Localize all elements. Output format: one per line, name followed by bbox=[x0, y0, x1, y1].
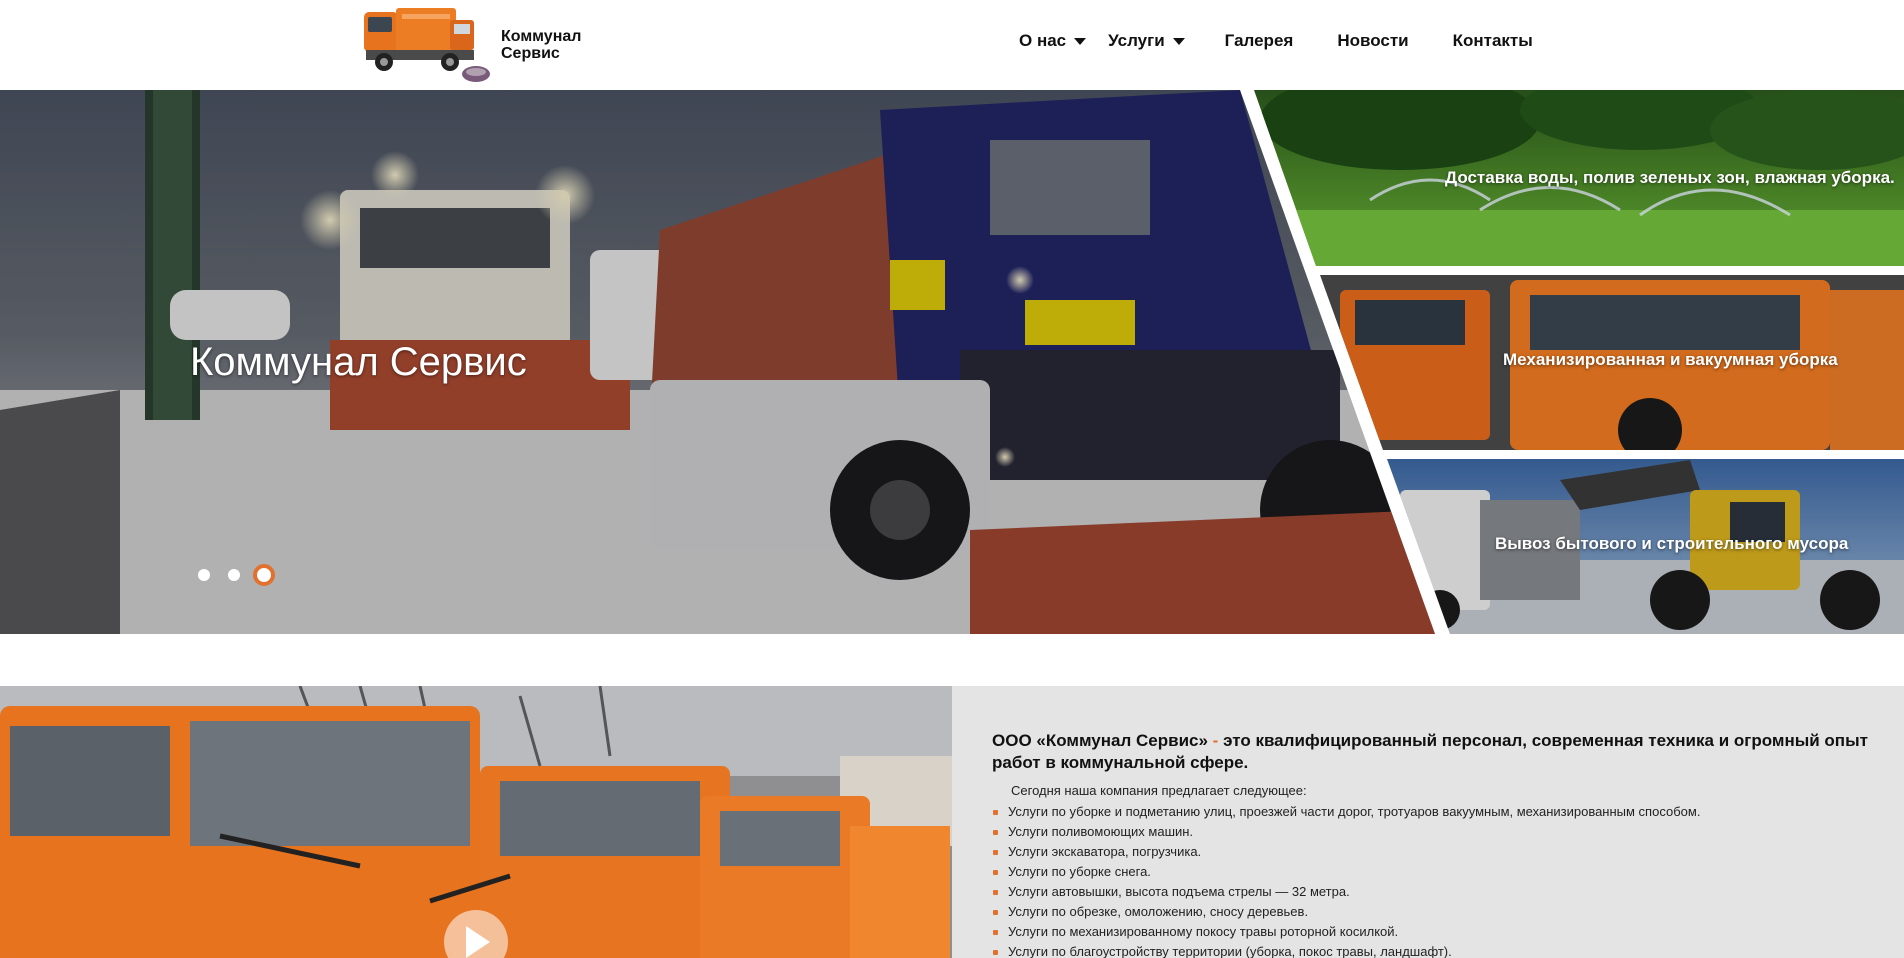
nav-gallery[interactable]: Галерея bbox=[1225, 31, 1294, 51]
about-heading-company: ООО «Коммунал Сервис» bbox=[992, 731, 1208, 750]
panel-mechanized-cleaning-label[interactable]: Механизированная и вакуумная уборка bbox=[1503, 350, 1838, 370]
about-heading-separator: - bbox=[1212, 731, 1219, 750]
slider-pagination bbox=[198, 564, 293, 586]
hero-section: Коммунал Сервис Доставка воды, полив зел… bbox=[0, 90, 1904, 634]
panel-water-delivery-label[interactable]: Доставка воды, полив зеленых зон, влажна… bbox=[1445, 168, 1895, 188]
caret-down-icon bbox=[1074, 37, 1087, 45]
site-header: Коммунал Сервис О нас Услуги Галерея Нов… bbox=[0, 0, 1904, 90]
nav-services-label: Услуги bbox=[1108, 31, 1165, 50]
services-list-item: Услуги по благоустройству территории (уб… bbox=[992, 942, 1700, 958]
caret-down-icon bbox=[1172, 37, 1185, 45]
services-list-item: Услуги автовышки, высота подъема стрелы … bbox=[992, 882, 1700, 902]
slider-dot-2[interactable] bbox=[228, 569, 240, 581]
services-list-item: Услуги по уборке снега. bbox=[992, 862, 1700, 882]
about-text-block: ООО «Коммунал Сервис» - это квалифициров… bbox=[952, 686, 1904, 958]
about-intro: Сегодня наша компания предлагает следующ… bbox=[1011, 783, 1307, 798]
services-list-item: Услуги экскаватора, погрузчика. bbox=[992, 842, 1700, 862]
logo-truck-icon[interactable] bbox=[362, 2, 492, 86]
nav-contacts[interactable]: Контакты bbox=[1453, 31, 1533, 51]
about-heading: ООО «Коммунал Сервис» - это квалифициров… bbox=[992, 730, 1872, 774]
panel-waste-removal-label[interactable]: Вывоз бытового и строительного мусора bbox=[1495, 534, 1848, 554]
nav-news[interactable]: Новости bbox=[1337, 31, 1408, 51]
nav-about-label: О нас bbox=[1019, 31, 1067, 50]
nav-contacts-label: Контакты bbox=[1452, 31, 1533, 50]
slider-dot-1[interactable] bbox=[198, 569, 210, 581]
services-list-item: Услуги поливомоющих машин. bbox=[992, 822, 1700, 842]
about-video-thumbnail[interactable] bbox=[0, 686, 952, 958]
about-section: ООО «Коммунал Сервис» - это квалифициров… bbox=[0, 686, 1904, 958]
nav-gallery-label: Галерея bbox=[1224, 31, 1294, 50]
brand-line-2: Сервис bbox=[501, 45, 560, 62]
services-list-item: Услуги по уборке и подметанию улиц, прое… bbox=[992, 802, 1700, 822]
hero-slide-title: Коммунал Сервис bbox=[190, 340, 527, 384]
nav-news-label: Новости bbox=[1337, 31, 1409, 50]
services-list-item: Услуги по механизированному покосу травы… bbox=[992, 922, 1700, 942]
services-list: Услуги по уборке и подметанию улиц, прое… bbox=[992, 802, 1700, 958]
brand-name[interactable]: Коммунал Сервис bbox=[501, 28, 581, 62]
brand-line-1: Коммунал bbox=[501, 28, 582, 45]
services-list-item: Услуги по обрезке, омоложению, сносу дер… bbox=[992, 902, 1700, 922]
slider-dot-3-active[interactable] bbox=[253, 564, 275, 586]
main-nav: О нас Услуги Галерея Новости Контакты bbox=[1019, 31, 1533, 51]
nav-services[interactable]: Услуги bbox=[1108, 31, 1185, 51]
nav-about[interactable]: О нас bbox=[1019, 31, 1087, 51]
